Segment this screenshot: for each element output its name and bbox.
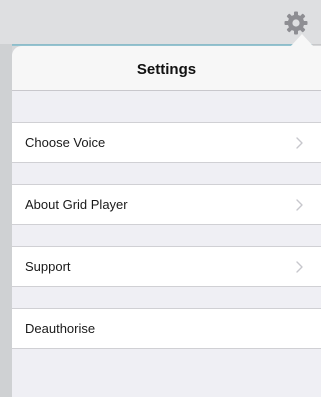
settings-popover: Settings Choose Voice About Grid Player … (12, 46, 321, 397)
chevron-right-icon (296, 137, 303, 149)
settings-button[interactable] (283, 10, 309, 36)
settings-row-label: Choose Voice (25, 135, 106, 150)
chevron-right-icon (296, 261, 303, 273)
settings-row-deauthorise[interactable]: Deauthorise (12, 308, 321, 349)
settings-row-choose-voice[interactable]: Choose Voice (12, 122, 321, 163)
settings-row-label: About Grid Player (25, 197, 128, 212)
popover-nav-bar: Settings (12, 46, 321, 91)
settings-row-about-grid-player[interactable]: About Grid Player (12, 184, 321, 225)
settings-row-support[interactable]: Support (12, 246, 321, 287)
gear-icon (284, 11, 308, 35)
underlying-app-content (0, 44, 12, 397)
chevron-right-icon (296, 199, 303, 211)
app-toolbar (0, 0, 321, 45)
settings-row-label: Deauthorise (25, 321, 96, 336)
popover-title: Settings (136, 60, 197, 78)
settings-row-label: Support (25, 259, 71, 274)
